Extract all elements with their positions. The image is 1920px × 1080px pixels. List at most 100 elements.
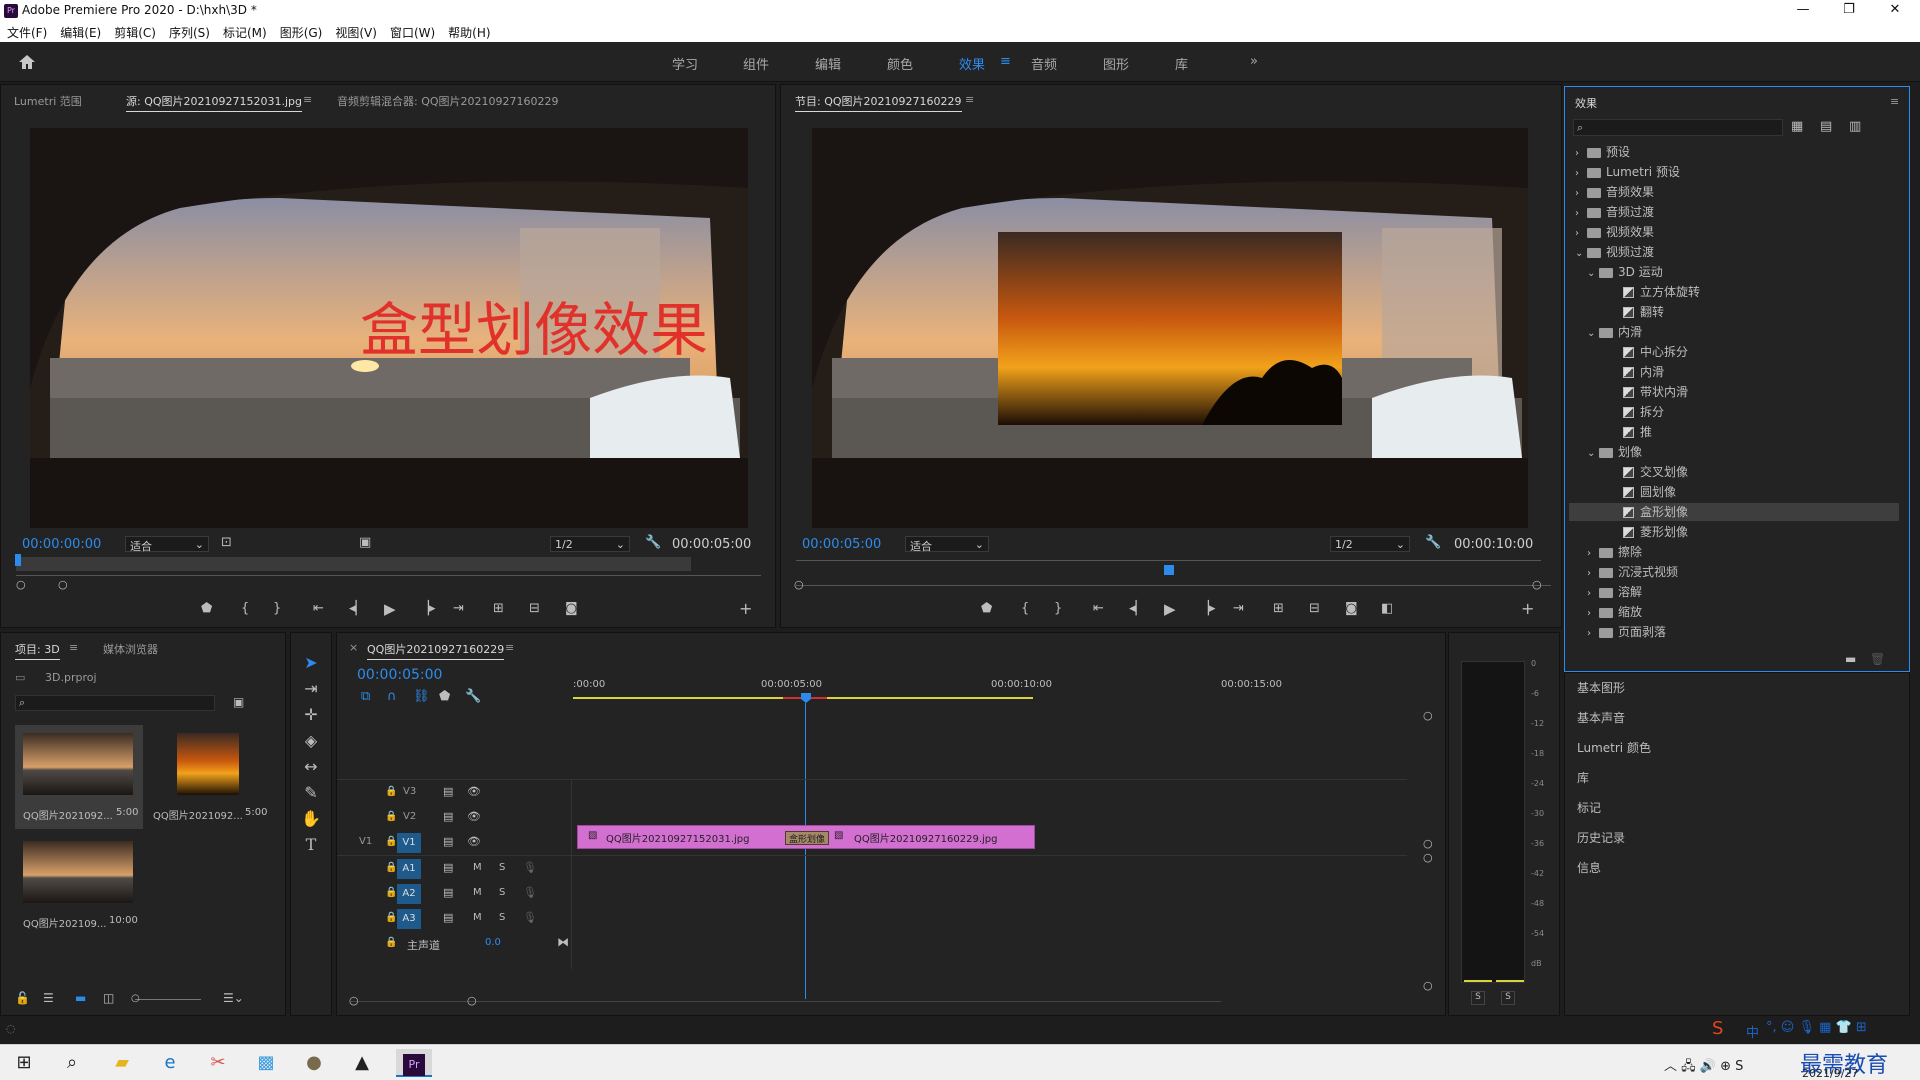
track-lock-icon[interactable]: 🔒 — [385, 912, 397, 923]
program-go-to-out-icon[interactable]: ⇥ — [1233, 601, 1244, 616]
menu-help[interactable]: 帮助(H) — [441, 22, 496, 41]
thumbnail-zoom-slider[interactable] — [135, 999, 201, 1000]
sync-lock-icon[interactable]: ▤ — [443, 911, 453, 924]
tab-project[interactable]: 项目: 3D — [15, 641, 60, 660]
workspace-color[interactable]: 颜色 — [887, 54, 913, 73]
clock-date[interactable]: 2021/9/27 — [1802, 1067, 1858, 1080]
step-back-icon[interactable]: ◂▏ — [349, 601, 366, 616]
effect-item[interactable]: 盒形划像 — [1569, 503, 1899, 521]
mark-in-icon[interactable]: { — [241, 601, 249, 616]
mute-button[interactable]: M — [473, 862, 482, 873]
workspace-more-button[interactable]: » — [1250, 54, 1258, 69]
slip-tool-icon[interactable]: ↔ — [301, 757, 321, 777]
program-add-button-icon[interactable]: + — [1521, 599, 1534, 618]
track-target-a3[interactable]: A3 — [397, 909, 421, 929]
effect-folder-item[interactable]: › 缩放 — [1565, 603, 1895, 621]
chevron-right-icon[interactable]: › — [1575, 208, 1587, 219]
effect-item[interactable]: 翻转 — [1565, 303, 1895, 321]
effect-item[interactable]: 交叉划像 — [1565, 463, 1895, 481]
track-select-tool-icon[interactable]: ⇥ — [301, 679, 321, 699]
track-target-a2[interactable]: A2 — [397, 884, 421, 904]
program-playhead[interactable] — [1164, 565, 1174, 575]
solo-right-button[interactable]: S — [1501, 991, 1515, 1005]
workspace-effects[interactable]: 效果 — [959, 54, 985, 73]
snap-icon[interactable]: ∩ — [387, 689, 397, 704]
program-zoom-handle-left[interactable]: ○ — [794, 578, 804, 591]
effect-folder-item[interactable]: › 擦除 — [1565, 543, 1895, 561]
vscroll-handle-top[interactable]: ○ — [1423, 709, 1433, 722]
workspace-assembly[interactable]: 组件 — [743, 54, 769, 73]
add-marker-icon[interactable]: ⬟ — [201, 601, 212, 616]
program-fit-select[interactable]: 适合 ⌄ — [905, 536, 989, 553]
program-add-marker-icon[interactable]: ⬟ — [981, 601, 992, 616]
timeline-add-marker-icon[interactable]: ⬟ — [439, 689, 450, 704]
program-timecode[interactable]: 00:00:05:00 — [802, 537, 881, 552]
effect-folder-item[interactable]: › 音频过渡 — [1565, 203, 1895, 221]
ime-mode-text[interactable]: 中 — [1746, 1022, 1759, 1041]
source-panel-menu-icon[interactable]: ≡ — [303, 93, 312, 106]
project-search-input[interactable]: ⌕ — [15, 695, 215, 711]
insert-icon[interactable]: ⊞ — [493, 601, 504, 616]
effect-item[interactable]: 圆划像 — [1565, 483, 1895, 501]
chevron-right-icon[interactable]: › — [1575, 168, 1587, 179]
time-ruler[interactable]: :00:00 00:00:05:00 00:00:10:00 00:00:15:… — [573, 675, 1282, 705]
menu-sequence[interactable]: 序列(S) — [162, 22, 216, 41]
mute-button[interactable]: M — [473, 912, 482, 923]
chevron-right-icon[interactable]: › — [1575, 228, 1587, 239]
windows-start-icon[interactable]: ⊞ — [6, 1049, 42, 1077]
timeline-close-icon[interactable]: × — [349, 641, 358, 654]
sort-icons-icon[interactable]: ☰⌄ — [223, 991, 244, 1005]
menu-edit[interactable]: 编辑(E) — [53, 22, 107, 41]
zoom-slider-handle[interactable]: ○ — [131, 993, 140, 1004]
timeline-zoom-track[interactable] — [351, 1001, 1221, 1002]
panel-lumetri-color[interactable]: Lumetri 颜色 — [1577, 739, 1651, 756]
effect-folder-item[interactable]: › Lumetri 预设 — [1565, 163, 1895, 181]
tab-audio-clip-mixer[interactable]: 音频剪辑混合器: QQ图片20210927160229 — [337, 93, 559, 109]
track-lock-icon[interactable]: 🔒 — [385, 811, 397, 822]
chevron-down-icon[interactable]: ⌄ — [1575, 248, 1587, 259]
tab-program[interactable]: 节目: QQ图片20210927160229 — [795, 93, 962, 112]
program-resolution-select[interactable]: 1/2 ⌄ — [1330, 536, 1410, 552]
project-item-1[interactable]: QQ图片2021092... 5:00 — [15, 725, 143, 829]
workspace-audio[interactable]: 音频 — [1031, 54, 1057, 73]
sync-lock-icon[interactable]: ▤ — [443, 861, 453, 874]
program-zoom-handle-right[interactable]: ○ — [1532, 578, 1542, 591]
source-add-button-icon[interactable]: + — [739, 599, 752, 618]
panel-essential-sound[interactable]: 基本声音 — [1577, 709, 1625, 726]
project-item-2[interactable]: QQ图片2021092... 5:00 — [151, 725, 279, 829]
track-target-a1[interactable]: A1 — [397, 859, 421, 879]
tab-source[interactable]: 源: QQ图片20210927152031.jpg — [126, 93, 303, 112]
effect-folder-item[interactable]: › 沉浸式视频 — [1565, 563, 1895, 581]
new-search-bin-icon[interactable]: ▣ — [233, 695, 244, 709]
workspace-libraries[interactable]: 库 — [1175, 54, 1188, 73]
chevron-down-icon[interactable]: ⌄ — [1587, 328, 1599, 339]
chevron-right-icon[interactable]: › — [1587, 568, 1599, 579]
program-step-back-icon[interactable]: ◂▏ — [1129, 601, 1146, 616]
program-play-button-icon[interactable]: ▶ — [1164, 600, 1176, 618]
ime-toolbar-icons[interactable]: °, ☺ 🎙 ▦ 👕 ⊞ — [1766, 1020, 1867, 1035]
step-forward-icon[interactable]: ▕▸ — [419, 601, 436, 616]
timeline-zoom-handle-left[interactable]: ○ — [349, 994, 359, 1007]
source-patch-label[interactable]: V1 — [359, 836, 372, 847]
export-frame-small-icon[interactable]: ▣ — [359, 535, 371, 550]
effect-item[interactable]: 拆分 — [1565, 403, 1895, 421]
menu-file[interactable]: 文件(F) — [0, 22, 53, 41]
safe-margins-icon[interactable]: ⊡ — [221, 535, 232, 550]
effect-item[interactable]: 立方体旋转 — [1565, 283, 1895, 301]
pen-tool-icon[interactable]: ✎ — [301, 783, 321, 803]
effect-folder-item[interactable]: › 溶解 — [1565, 583, 1895, 601]
panel-libraries[interactable]: 库 — [1577, 769, 1589, 786]
program-export-frame-icon[interactable]: ◙ — [1345, 601, 1358, 616]
lock-icon[interactable]: 🔓 — [15, 991, 30, 1005]
close-button[interactable]: ✕ — [1872, 0, 1918, 22]
voice-over-mic-icon[interactable]: 🎙 — [523, 911, 537, 924]
effect-item[interactable]: 推 — [1565, 423, 1895, 441]
timeline-timecode[interactable]: 00:00:05:00 — [357, 667, 442, 683]
tab-lumetri-scopes[interactable]: Lumetri 范围 — [14, 93, 82, 109]
effects-search-input[interactable]: ⌕ — [1573, 119, 1783, 136]
selection-tool-icon[interactable]: ➤ — [301, 653, 321, 673]
hand-tool-icon[interactable]: ✋ — [301, 809, 321, 829]
taskbar-search-icon[interactable]: ⌕ — [54, 1049, 90, 1077]
sogou-ime-logo-icon[interactable]: S — [1712, 1018, 1723, 1039]
type-tool-icon[interactable]: T — [301, 835, 321, 855]
